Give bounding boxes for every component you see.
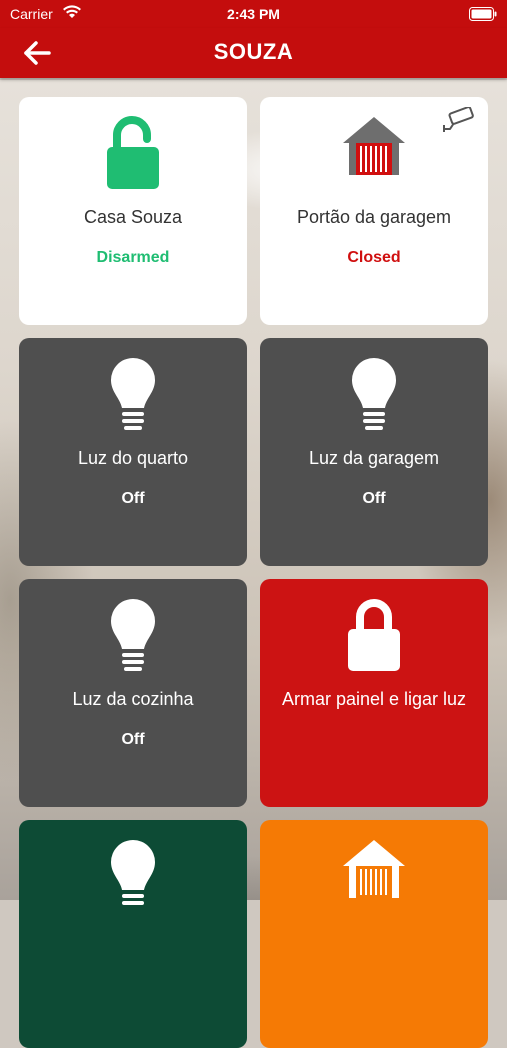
- tile-portao-garagem[interactable]: Portão da garagem Closed: [260, 97, 488, 325]
- status-bar: Carrier 2:43 PM: [0, 0, 507, 28]
- battery-icon: [469, 7, 497, 24]
- lightbulb-icon: [19, 356, 247, 432]
- lock-closed-icon: [260, 597, 488, 673]
- status-label: Off: [121, 490, 145, 507]
- tile-label: Luz do quarto: [77, 448, 189, 468]
- tile-casa-souza[interactable]: Casa Souza Disarmed: [19, 97, 247, 325]
- page-title: SOUZA: [213, 39, 294, 64]
- tile-label: Casa Souza: [83, 207, 183, 227]
- tile-label: Luz da cozinha: [72, 689, 194, 709]
- tile-label: Luz da garagem: [308, 448, 440, 468]
- navigation-bar: SOUZA: [0, 28, 507, 78]
- tile-armar-painel[interactable]: Armar painel e ligar luz: [260, 579, 488, 807]
- lightbulb-icon: [19, 838, 247, 914]
- tile-luz-quarto[interactable]: Luz do quarto Off: [19, 338, 247, 566]
- clock: 2:43 PM: [227, 6, 280, 22]
- tile-luz-cozinha[interactable]: Luz da cozinha Off: [19, 579, 247, 807]
- status-label: Closed: [347, 249, 401, 266]
- lightbulb-icon: [260, 356, 488, 432]
- tile-dark-green[interactable]: [19, 820, 247, 1048]
- tile-label: Armar painel e ligar luz: [281, 689, 467, 709]
- garage-icon: [260, 838, 488, 914]
- garage-icon: [260, 115, 488, 191]
- status-label: Disarmed: [96, 249, 170, 266]
- tile-luz-garagem[interactable]: Luz da garagem Off: [260, 338, 488, 566]
- tile-label: Portão da garagem: [296, 207, 452, 227]
- status-label: Off: [121, 731, 145, 748]
- lightbulb-icon: [19, 597, 247, 673]
- lock-open-icon: [19, 115, 247, 191]
- status-label: Off: [362, 490, 386, 507]
- tile-orange[interactable]: [260, 820, 488, 1048]
